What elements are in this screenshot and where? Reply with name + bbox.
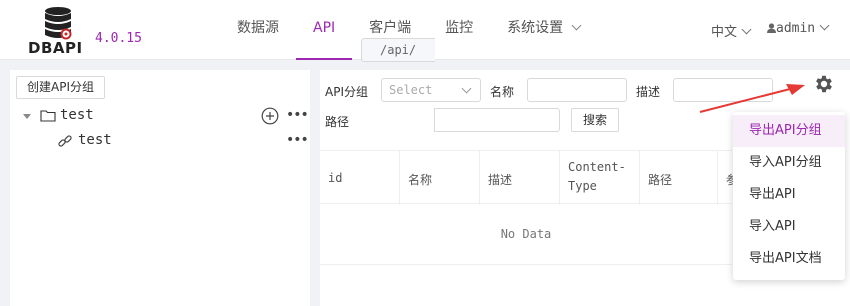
menu-item-import-api[interactable]: 导入API xyxy=(733,211,845,243)
menu-item-export-api-group[interactable]: 导出API分组 xyxy=(733,115,845,147)
annotation-arrow xyxy=(699,84,805,113)
menu-item-export-api[interactable]: 导出API xyxy=(733,179,845,211)
menu-item-import-api-group[interactable]: 导入API分组 xyxy=(733,147,845,179)
settings-dropdown-menu: 导出API分组 导入API分组 导出API 导入API 导出API文档 xyxy=(733,112,845,280)
menu-item-export-api-docs[interactable]: 导出API文档 xyxy=(733,243,845,275)
